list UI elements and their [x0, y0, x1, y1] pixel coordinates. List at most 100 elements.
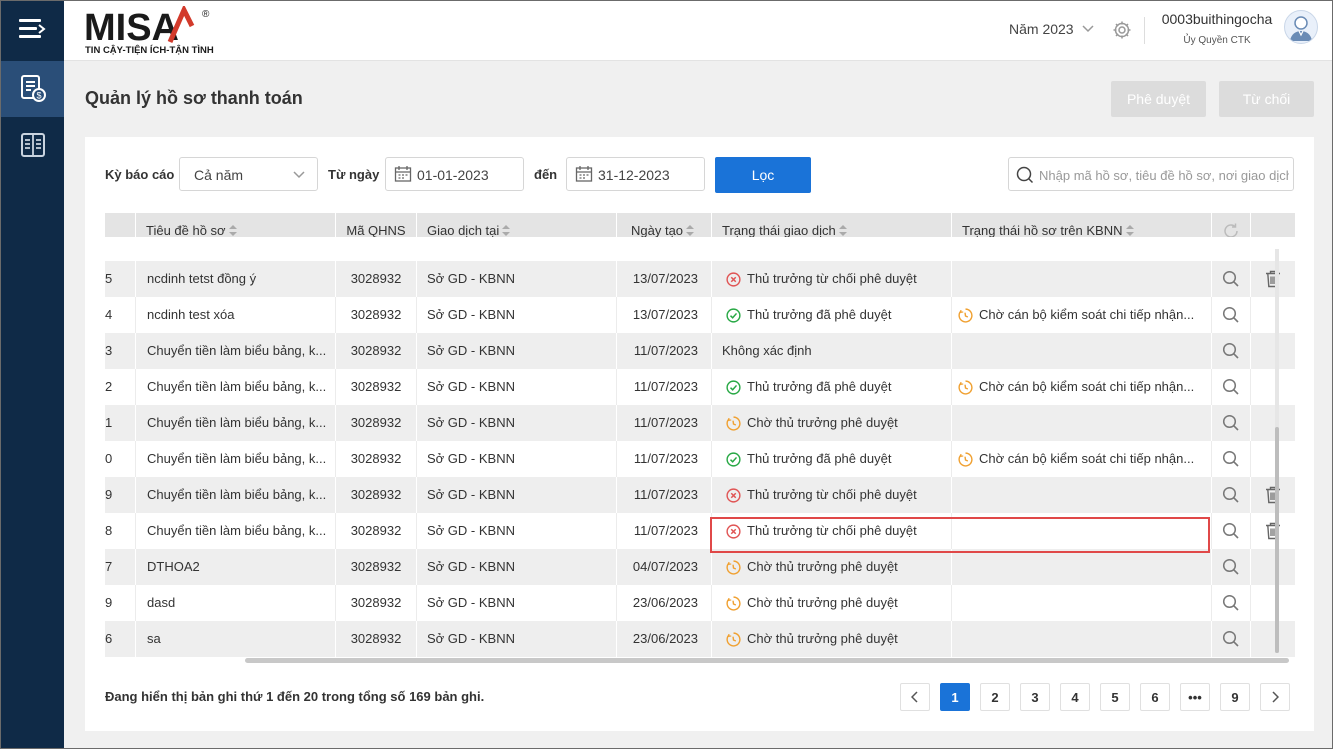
table-row[interactable]: 7 DTHOA2 3028932 Sở GD - KBNN 04/07/2023 Chờ … [105, 549, 1295, 585]
delete-cell [1250, 441, 1295, 477]
transaction-place: Sở GD - KBNN [416, 369, 616, 405]
clock-icon [726, 415, 741, 431]
record-title[interactable]: dasd [135, 585, 335, 621]
record-title[interactable]: Chuyển tiền làm biểu bảng, k... [135, 441, 335, 477]
table-row[interactable]: 3 Chuyển tiền làm biểu bảng, k... 3028932 S… [105, 333, 1295, 369]
status-text: Thủ trưởng đã phê duyệt [747, 379, 892, 394]
page-button[interactable]: 5 [1100, 683, 1130, 711]
top-bar: MISA ® TIN CẬY-TIỆN ÍCH-TẬN TÌNH Năm 202… [64, 1, 1332, 61]
view-button[interactable] [1211, 441, 1250, 477]
delete-cell [1250, 585, 1295, 621]
record-title[interactable]: DTHOA2 [135, 549, 335, 585]
view-button[interactable] [1211, 513, 1250, 549]
approve-button[interactable]: Phê duyệt [1111, 81, 1206, 117]
transaction-place: Sở GD - KBNN [416, 477, 616, 513]
reject-button[interactable]: Từ chối [1219, 81, 1314, 117]
page-button[interactable]: 4 [1060, 683, 1090, 711]
table-row[interactable]: 5 ncdinh tetst đồng ý 3028932 Sở GD - KBNN 1… [105, 261, 1295, 297]
search-input[interactable] [1037, 164, 1291, 186]
created-date: 23/06/2023 [616, 621, 711, 657]
misa-logo-mark: MISA [84, 6, 195, 46]
table-row[interactable]: 4 ncdinh test xóa 3028932 Sở GD - KBNN 13/07… [105, 297, 1295, 333]
row-number: 1 [105, 415, 113, 430]
view-button[interactable] [1211, 297, 1250, 333]
check-circle-icon [726, 451, 741, 467]
delete-cell[interactable] [1250, 261, 1295, 297]
created-date: 11/07/2023 [616, 333, 711, 369]
record-title[interactable]: Chuyển tiền làm biểu bảng, k... [135, 333, 335, 369]
svg-text:MISA: MISA [84, 7, 179, 46]
nav-payment-docs[interactable]: $ [1, 61, 64, 117]
table-row[interactable]: 1 Chuyển tiền làm biểu bảng, k... 3028932 S… [105, 405, 1295, 441]
table-row[interactable]: 9 dasd 3028932 Sở GD - KBNN 23/06/2023 Chờ th… [105, 585, 1295, 621]
page-button[interactable]: 6 [1140, 683, 1170, 711]
page-button[interactable]: 9 [1220, 683, 1250, 711]
avatar[interactable] [1284, 10, 1318, 44]
table-row[interactable]: 2 Chuyển tiền làm biểu bảng, k... 3028932 S… [105, 369, 1295, 405]
menu-toggle-icon[interactable] [19, 17, 46, 41]
horizontal-scrollbar[interactable] [245, 658, 1289, 663]
sort-icon [502, 224, 511, 237]
view-button[interactable] [1211, 333, 1250, 369]
transaction-place: Sở GD - KBNN [416, 549, 616, 585]
svg-text:$: $ [36, 91, 41, 101]
clock-icon [726, 631, 741, 647]
record-title[interactable]: Chuyển tiền làm biểu bảng, k... [135, 513, 335, 549]
delete-cell[interactable] [1250, 477, 1295, 513]
record-title[interactable]: Chuyển tiền làm biểu bảng, k... [135, 405, 335, 441]
table-row[interactable]: 0 Chuyển tiền làm biểu bảng, k... 3028932 S… [105, 441, 1295, 477]
search-icon [1222, 378, 1239, 395]
table-row[interactable]: 9 Chuyển tiền làm biểu bảng, k... 3028932 S… [105, 477, 1295, 513]
page-button[interactable]: 2 [980, 683, 1010, 711]
delete-cell [1250, 549, 1295, 585]
page-button[interactable]: 3 [1020, 683, 1050, 711]
table-row[interactable]: 6 sa 3028932 Sở GD - KBNN 23/06/2023 Chờ thủ … [105, 621, 1295, 657]
view-button[interactable] [1211, 549, 1250, 585]
view-button[interactable] [1211, 261, 1250, 297]
nav-book[interactable] [1, 117, 64, 173]
kbnn-status [951, 261, 1211, 297]
view-button[interactable] [1211, 585, 1250, 621]
period-select[interactable]: Cả năm [179, 157, 318, 191]
vertical-scrollbar-thumb[interactable] [1275, 427, 1279, 653]
view-button[interactable] [1211, 477, 1250, 513]
search-icon [1222, 558, 1239, 575]
delete-cell [1250, 333, 1295, 369]
budget-code: 3028932 [335, 405, 416, 441]
status-text: Thủ trưởng đã phê duyệt [747, 451, 892, 466]
budget-code: 3028932 [335, 441, 416, 477]
sort-icon [838, 224, 847, 237]
page-button[interactable]: ••• [1180, 683, 1210, 711]
record-title[interactable]: ncdinh tetst đồng ý [135, 261, 335, 297]
from-date-input[interactable]: 01-01-2023 [385, 157, 524, 191]
search-icon [1222, 342, 1239, 359]
prev-page-button[interactable] [900, 683, 930, 711]
sort-icon [1125, 224, 1134, 237]
transaction-place: Sở GD - KBNN [416, 441, 616, 477]
from-date-label: Từ ngày [328, 167, 380, 182]
clock-icon [958, 451, 973, 467]
record-title[interactable]: Chuyển tiền làm biểu bảng, k... [135, 369, 335, 405]
next-page-button[interactable] [1260, 683, 1290, 711]
view-button[interactable] [1211, 369, 1250, 405]
to-date-input[interactable]: 31-12-2023 [566, 157, 705, 191]
user-info[interactable]: 0003buithingocha Ủy Quyền CTK [1158, 11, 1276, 46]
view-button[interactable] [1211, 405, 1250, 441]
view-button[interactable] [1211, 621, 1250, 657]
page-button[interactable]: 1 [940, 683, 970, 711]
table-row[interactable]: 8 Chuyển tiền làm biểu bảng, k... 3028932 S… [105, 513, 1295, 549]
row-number: 7 [105, 559, 113, 574]
row-number: 2 [105, 379, 113, 394]
search-box[interactable] [1008, 157, 1294, 191]
transaction-status: Thủ trưởng từ chối phê duyệt [711, 261, 951, 297]
clock-icon [726, 559, 741, 575]
record-title[interactable]: ncdinh test xóa [135, 297, 335, 333]
delete-cell[interactable] [1250, 513, 1295, 549]
filter-button[interactable]: Lọc [715, 157, 811, 193]
record-title[interactable]: Chuyển tiền làm biểu bảng, k... [135, 477, 335, 513]
gear-icon[interactable] [1112, 20, 1132, 45]
record-title[interactable]: sa [135, 621, 335, 657]
year-selector[interactable]: Năm 2023 [1009, 21, 1094, 37]
kbnn-status [951, 585, 1211, 621]
search-icon [1222, 522, 1239, 539]
